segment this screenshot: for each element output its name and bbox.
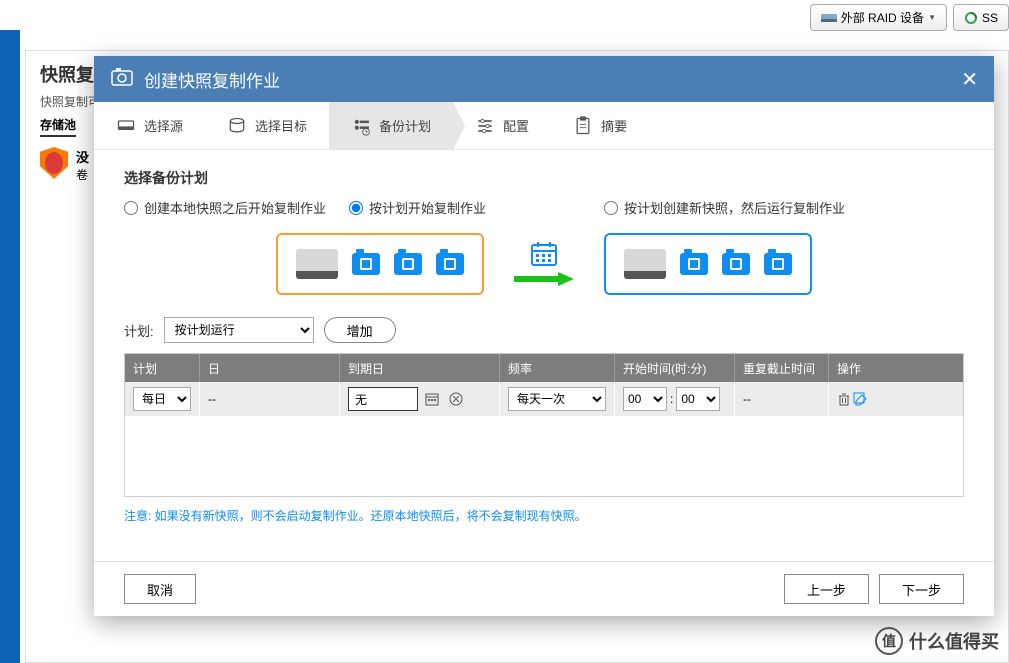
tab-storage-pool[interactable]: 存储池: [40, 114, 76, 137]
external-raid-button[interactable]: 外部 RAID 设备 ▼: [810, 4, 947, 31]
drive-icon: [624, 249, 666, 279]
ss-label: SS: [982, 11, 998, 25]
step-source[interactable]: 选择源: [94, 102, 205, 149]
note-text: 注意: 如果没有新快照，则不会启动复制作业。还原本地快照后，将不会复制现有快照。: [124, 507, 964, 524]
arrow-right-icon: [514, 272, 574, 286]
snapshot-icon: [352, 253, 380, 275]
external-raid-label: 外部 RAID 设备: [841, 9, 924, 26]
next-button[interactable]: 下一步: [879, 574, 964, 604]
row-repeat-until: --: [735, 382, 829, 416]
th-plan: 计划: [125, 354, 200, 382]
snapshot-icon: [436, 253, 464, 275]
ss-button[interactable]: SS: [953, 4, 1009, 31]
radio-by-schedule[interactable]: 按计划开始复制作业: [349, 198, 604, 217]
th-actions: 操作: [829, 354, 874, 382]
plan-label: 计划:: [124, 321, 154, 340]
plan-diagram: [124, 233, 964, 295]
snapshot-icon: [764, 253, 792, 275]
row-hour-select[interactable]: 00: [623, 387, 667, 411]
close-icon[interactable]: ✕: [961, 67, 978, 92]
th-frequency: 频率: [500, 354, 615, 382]
row-frequency-select[interactable]: 每天一次: [508, 387, 606, 411]
row-plan-select[interactable]: 每日: [133, 387, 191, 411]
row-day: --: [200, 382, 340, 416]
delete-icon[interactable]: [837, 389, 851, 409]
snapshot-icon: [110, 67, 134, 92]
diagram-source: [276, 233, 484, 295]
create-snapshot-replication-dialog: 创建快照复制作业 ✕ 选择源 选择目标 备份计划 配置 摘要 选择备份计划 创建…: [94, 56, 994, 616]
snapshot-icon: [680, 253, 708, 275]
edit-icon[interactable]: [853, 389, 867, 409]
dialog-title: 创建快照复制作业: [144, 67, 961, 92]
table-row: 每日 -- 每天一次 00 : 00 --: [125, 382, 963, 416]
watermark-text: 什么值得买: [909, 628, 999, 654]
section-title: 选择备份计划: [124, 168, 964, 188]
warn-line2: 卷: [76, 166, 89, 183]
th-day: 日: [200, 354, 340, 382]
step-backup-plan[interactable]: 备份计划: [329, 102, 453, 149]
step-config[interactable]: 配置: [453, 102, 551, 149]
row-expire-input[interactable]: [348, 387, 418, 411]
wizard-steps: 选择源 选择目标 备份计划 配置 摘要: [94, 102, 994, 150]
snapshot-icon: [394, 253, 422, 275]
prev-button[interactable]: 上一步: [784, 574, 869, 604]
diagram-destination: [604, 233, 812, 295]
add-button[interactable]: 增加: [324, 317, 396, 343]
radio-new-snapshot-then-run[interactable]: 按计划创建新快照，然后运行复制作业: [604, 198, 964, 217]
cancel-button[interactable]: 取消: [124, 574, 196, 604]
calendar-picker-icon[interactable]: [422, 389, 442, 409]
th-expire: 到期日: [340, 354, 500, 382]
schedule-table: 计划 日 到期日 频率 开始时间(时:分) 重复截止时间 操作 每日 -- 每天…: [124, 353, 964, 497]
shield-warn-icon: [40, 147, 68, 179]
calendar-icon: [531, 242, 557, 266]
watermark-badge: 值: [875, 627, 903, 655]
plan-mode-select[interactable]: 按计划运行: [164, 317, 314, 343]
warn-line1: 没: [76, 147, 89, 166]
step-target[interactable]: 选择目标: [205, 102, 329, 149]
watermark: 值 什么值得买: [875, 627, 999, 655]
th-repeat-until: 重复截止时间: [735, 354, 829, 382]
drive-icon: [296, 249, 338, 279]
radio-after-local-snapshot[interactable]: 创建本地快照之后开始复制作业: [124, 198, 349, 217]
th-start-time: 开始时间(时:分): [615, 354, 735, 382]
snapshot-icon: [722, 253, 750, 275]
step-summary[interactable]: 摘要: [551, 102, 649, 149]
chevron-down-icon: ▼: [928, 13, 936, 22]
row-minute-select[interactable]: 00: [676, 387, 720, 411]
clear-icon[interactable]: [446, 389, 466, 409]
